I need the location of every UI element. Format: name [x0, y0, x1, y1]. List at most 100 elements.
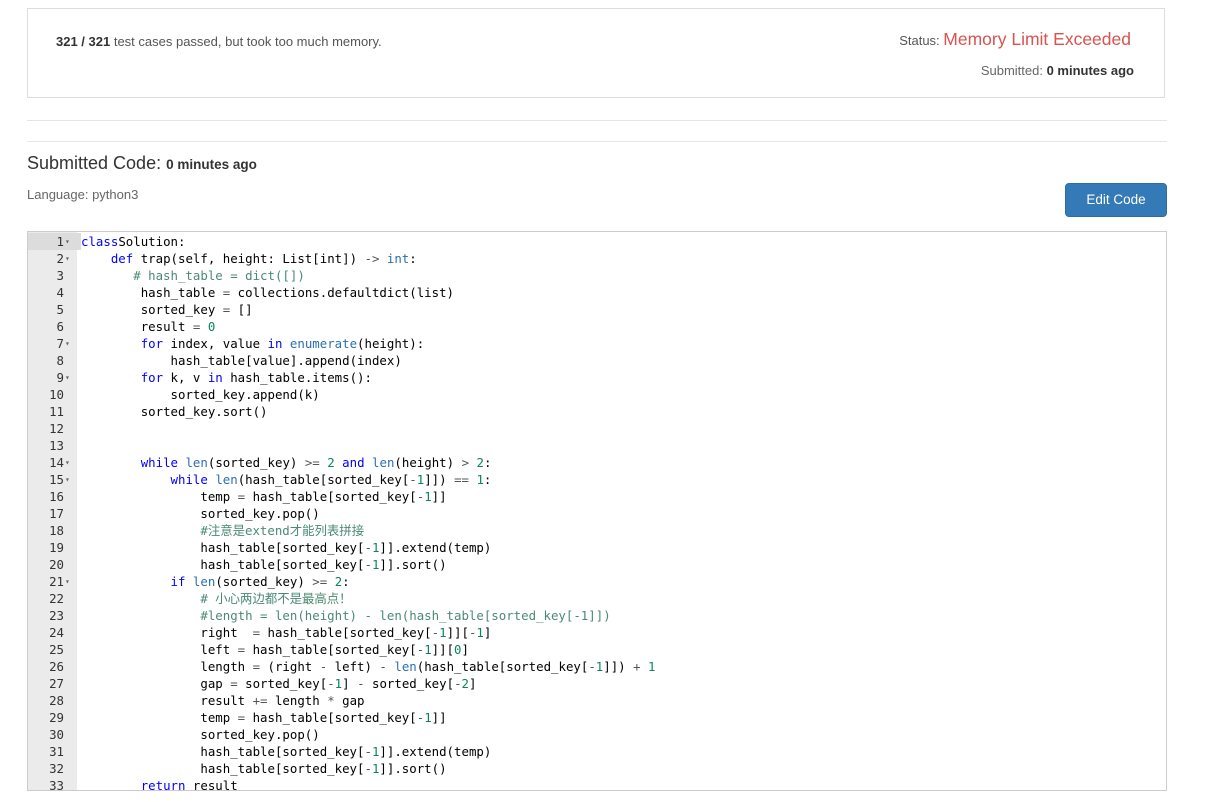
edit-code-button[interactable]: Edit Code: [1065, 183, 1167, 217]
line-number: 15: [49, 472, 64, 487]
code-line[interactable]: 30 sorted_key.pop(): [28, 726, 1166, 743]
code-line[interactable]: 32 hash_table[sorted_key[-1]].sort(): [28, 760, 1166, 777]
line-number: 23: [49, 608, 64, 623]
code-line[interactable]: 33 return result: [28, 777, 1166, 790]
code-editor[interactable]: 1 ▾ classSolution: 2 ▾ def trap(self, height…: [27, 231, 1167, 791]
code-line[interactable]: 24 right = hash_table[sorted_key[-1]][-1…: [28, 624, 1166, 641]
submitted-code-heading: Submitted Code: 0 minutes ago: [27, 153, 257, 174]
code-text: hash_table = collections.defaultdict(lis…: [140, 285, 455, 300]
code-text: hash_table[sorted_key[-1]].sort(): [200, 557, 447, 572]
code-line[interactable]: 3 # hash_table = dict([]): [28, 267, 1166, 284]
code-line[interactable]: 18 #注意是extend才能列表拼接: [28, 522, 1166, 539]
code-line[interactable]: 4 hash_table = collections.defaultdict(l…: [28, 284, 1166, 301]
code-line[interactable]: 23 #length = len(height) - len(hash_tabl…: [28, 607, 1166, 624]
status-line: Status: Memory Limit Exceeded: [899, 29, 1131, 50]
code-text: for index, value in enumerate(height):: [140, 336, 425, 351]
code-text: sorted_key.append(k): [170, 387, 320, 402]
fold-arrow-icon[interactable]: ▾: [64, 335, 81, 352]
code-line[interactable]: 14 ▾ while len(sorted_key) >= 2 and len(h…: [28, 454, 1166, 471]
code-line[interactable]: 16 temp = hash_table[sorted_key[-1]]: [28, 488, 1166, 505]
code-line[interactable]: 27 gap = sorted_key[-1] - sorted_key[-2]: [28, 675, 1166, 692]
line-number: 8: [56, 353, 64, 368]
fold-arrow-icon[interactable]: ▾: [64, 454, 81, 471]
line-number: 22: [49, 591, 64, 606]
fold-arrow-icon[interactable]: ▾: [64, 471, 81, 488]
code-line[interactable]: 2 ▾ def trap(self, height: List[int]) -> …: [28, 250, 1166, 267]
code-line[interactable]: 5 sorted_key = []: [28, 301, 1166, 318]
code-line[interactable]: 15 ▾ while len(hash_table[sorted_key[-1]]…: [28, 471, 1166, 488]
code-line[interactable]: 17 sorted_key.pop(): [28, 505, 1166, 522]
code-text: left = hash_table[sorted_key[-1]][0]: [200, 642, 469, 657]
fold-arrow-icon[interactable]: ▾: [64, 233, 81, 250]
line-number: 16: [49, 489, 64, 504]
line-number: 13: [49, 438, 64, 453]
code-text: #length = len(height) - len(hash_table[s…: [200, 608, 611, 623]
code-line[interactable]: 7 ▾ for index, value in enumerate(height)…: [28, 335, 1166, 352]
line-number: 24: [49, 625, 64, 640]
submitted-code-title: Submitted Code:: [27, 153, 162, 173]
code-text: sorted_key.pop(): [200, 727, 320, 742]
code-text: #注意是extend才能列表拼接: [200, 523, 365, 538]
code-line[interactable]: 31 hash_table[sorted_key[-1]].extend(tem…: [28, 743, 1166, 760]
code-text: for k, v in hash_table.items():: [140, 370, 372, 385]
code-line[interactable]: 9 ▾ for k, v in hash_table.items():: [28, 369, 1166, 386]
code-text: if len(sorted_key) >= 2:: [170, 574, 350, 589]
code-text: sorted_key.pop(): [200, 506, 320, 521]
code-text: temp = hash_table[sorted_key[-1]]: [200, 489, 447, 504]
code-line[interactable]: 6 result = 0: [28, 318, 1166, 335]
passed-count: 321 / 321: [56, 34, 111, 49]
code-text: temp = hash_table[sorted_key[-1]]: [200, 710, 447, 725]
line-number: 1: [28, 233, 64, 250]
code-line[interactable]: 20 hash_table[sorted_key[-1]].sort(): [28, 556, 1166, 573]
code-line[interactable]: 12: [28, 420, 1166, 437]
submitted-time: 0 minutes ago: [1046, 63, 1134, 78]
summary-text: test cases passed, but took too much mem…: [110, 34, 382, 49]
code-line[interactable]: 1 ▾ classSolution:: [28, 233, 1166, 250]
divider-top: [27, 120, 1167, 121]
line-number: 30: [49, 727, 64, 742]
fold-arrow-icon[interactable]: ▾: [64, 250, 81, 267]
submitted-line: Submitted: 0 minutes ago: [981, 63, 1134, 78]
code-line[interactable]: 19 hash_table[sorted_key[-1]].extend(tem…: [28, 539, 1166, 556]
fold-arrow-icon[interactable]: ▾: [64, 369, 81, 386]
code-line[interactable]: 21 ▾ if len(sorted_key) >= 2:: [28, 573, 1166, 590]
code-line[interactable]: 11 sorted_key.sort(): [28, 403, 1166, 420]
language-label: Language: python3: [27, 187, 139, 202]
line-number: 12: [49, 421, 64, 436]
code-text: hash_table[value].append(index): [170, 353, 402, 368]
code-line[interactable]: 10 sorted_key.append(k): [28, 386, 1166, 403]
line-number: 3: [56, 268, 64, 283]
code-line[interactable]: 26 length = (right - left) - len(hash_ta…: [28, 658, 1166, 675]
line-number: 31: [49, 744, 64, 759]
code-line[interactable]: 22 # 小心两边都不是最高点！: [28, 590, 1166, 607]
code-line[interactable]: 25 left = hash_table[sorted_key[-1]][0]: [28, 641, 1166, 658]
fold-arrow-icon[interactable]: ▾: [64, 573, 81, 590]
code-text: hash_table[sorted_key[-1]].sort(): [200, 761, 447, 776]
code-line[interactable]: 29 temp = hash_table[sorted_key[-1]]: [28, 709, 1166, 726]
line-number: 25: [49, 642, 64, 657]
code-line[interactable]: 28 result += length * gap: [28, 692, 1166, 709]
code-line[interactable]: 13: [28, 437, 1166, 454]
line-number: 2: [56, 251, 64, 266]
code-line[interactable]: 8 hash_table[value].append(index): [28, 352, 1166, 369]
